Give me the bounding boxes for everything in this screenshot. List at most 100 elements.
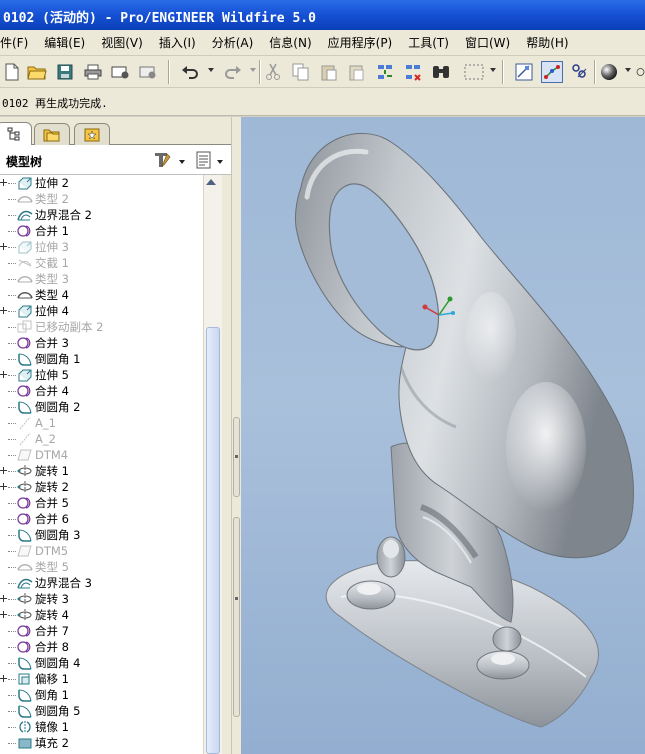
paste-special-icon[interactable] xyxy=(346,61,368,83)
save-icon[interactable] xyxy=(54,61,76,83)
tree-item[interactable]: 倒圆角 2 xyxy=(0,399,203,415)
menu-insert[interactable]: 插入(I) xyxy=(159,34,196,51)
menu-analysis[interactable]: 分析(A) xyxy=(212,34,254,51)
tree-item[interactable]: 边界混合 3 xyxy=(0,575,203,591)
regenerate-icon[interactable] xyxy=(374,61,396,83)
find-icon[interactable] xyxy=(430,61,452,83)
expand-plus-icon[interactable] xyxy=(0,595,8,603)
cut-icon[interactable] xyxy=(262,61,284,83)
datum-plane-icon xyxy=(17,448,33,462)
tree-item[interactable]: DTM4 xyxy=(0,447,203,463)
print-icon[interactable] xyxy=(82,61,104,83)
select-box-icon[interactable] xyxy=(459,61,489,83)
undo-icon[interactable] xyxy=(179,61,201,83)
expand-plus-icon[interactable] xyxy=(0,179,8,187)
settings-dropdown-icon[interactable] xyxy=(179,159,185,164)
tree-item[interactable]: 旋转 2 xyxy=(0,479,203,495)
menu-edit[interactable]: 编辑(E) xyxy=(44,34,85,51)
menu-view[interactable]: 视图(V) xyxy=(101,34,143,51)
tree-item[interactable]: 合并 3 xyxy=(0,335,203,351)
tree-item[interactable]: 填充 2 xyxy=(0,735,203,751)
expand-plus-icon[interactable] xyxy=(0,371,8,379)
expand-plus-icon[interactable] xyxy=(0,611,8,619)
tree-item[interactable]: 类型 5 xyxy=(0,559,203,575)
tree-connector xyxy=(8,342,16,344)
menu-applications[interactable]: 应用程序(P) xyxy=(328,34,393,51)
email-icon[interactable] xyxy=(109,61,131,83)
tree-item[interactable]: 倒圆角 3 xyxy=(0,527,203,543)
tree-item[interactable]: 偏移 1 xyxy=(0,671,203,687)
tree-item[interactable]: 旋转 4 xyxy=(0,607,203,623)
select-dropdown-icon[interactable] xyxy=(490,68,496,72)
tree-item[interactable]: 类型 2 xyxy=(0,191,203,207)
tree-item[interactable]: 旋转 3 xyxy=(0,591,203,607)
datum-axis-display-icon[interactable] xyxy=(541,61,563,83)
tab-favorites[interactable] xyxy=(74,123,110,145)
expand-plus-icon[interactable] xyxy=(0,483,8,491)
new-file-icon[interactable] xyxy=(1,61,23,83)
expand-plus-icon[interactable] xyxy=(0,307,8,315)
tree-item[interactable]: 合并 8 xyxy=(0,639,203,655)
tree-item[interactable]: 合并 7 xyxy=(0,623,203,639)
menu-info[interactable]: 信息(N) xyxy=(269,34,311,51)
menu-help[interactable]: 帮助(H) xyxy=(526,34,568,51)
shading-icon[interactable] xyxy=(598,61,620,83)
tree-connector xyxy=(8,374,16,376)
tree-item[interactable]: 合并 6 xyxy=(0,511,203,527)
tree-item[interactable]: 已移动副本 2 xyxy=(0,319,203,335)
model-tree-toggle-icon[interactable] xyxy=(513,61,535,83)
expand-plus-icon[interactable] xyxy=(0,467,8,475)
tree-item[interactable]: 旋转 1 xyxy=(0,463,203,479)
tree-item[interactable]: 交截 1 xyxy=(0,255,203,271)
settings-icon[interactable] xyxy=(153,151,175,172)
show-icon[interactable] xyxy=(195,151,213,172)
close-window-icon[interactable] xyxy=(137,61,159,83)
panel-splitter[interactable] xyxy=(231,117,241,754)
tab-folder-browser[interactable] xyxy=(34,123,70,145)
paste-icon[interactable] xyxy=(318,61,340,83)
tree-item[interactable]: 倒角 1 xyxy=(0,687,203,703)
tree-item[interactable]: 倒圆角 1 xyxy=(0,351,203,367)
tree-item-label: 边界混合 3 xyxy=(35,576,92,590)
tree-item[interactable]: A_1 xyxy=(0,415,203,431)
menu-file[interactable]: 件(F) xyxy=(0,34,28,51)
graphics-viewport[interactable] xyxy=(241,117,645,754)
scroll-up-arrow-icon[interactable] xyxy=(206,179,216,185)
tree-item[interactable]: 拉伸 2 xyxy=(0,175,203,191)
window-title: 0102 (活动的) - Pro/ENGINEER Wildfire 5.0 xyxy=(3,11,316,26)
expand-plus-icon[interactable] xyxy=(0,243,8,251)
expand-plus-icon[interactable] xyxy=(0,675,8,683)
redo-dropdown-icon[interactable] xyxy=(250,68,256,72)
tree-item[interactable]: 倒圆角 5 xyxy=(0,703,203,719)
tree-item[interactable]: 类型 4 xyxy=(0,287,203,303)
shading-dropdown-icon[interactable] xyxy=(625,68,631,72)
tree-item[interactable]: 合并 5 xyxy=(0,495,203,511)
undo-dropdown-icon[interactable] xyxy=(208,68,214,72)
display-style-icon[interactable] xyxy=(636,61,645,83)
menu-window[interactable]: 窗口(W) xyxy=(465,34,510,51)
tree-item[interactable]: 合并 1 xyxy=(0,223,203,239)
tree-item[interactable]: 倒圆角 4 xyxy=(0,655,203,671)
tree-item[interactable]: 拉伸 3 xyxy=(0,239,203,255)
folder-icon xyxy=(43,129,60,141)
tree-item[interactable]: A_2 xyxy=(0,431,203,447)
show-dropdown-icon[interactable] xyxy=(217,159,223,164)
tree-item[interactable]: 拉伸 4 xyxy=(0,303,203,319)
redo-icon[interactable] xyxy=(222,61,244,83)
tree-item[interactable]: 拉伸 5 xyxy=(0,367,203,383)
scroll-thumb[interactable] xyxy=(206,327,220,754)
tree-item[interactable]: 边界混合 2 xyxy=(0,207,203,223)
copy-icon[interactable] xyxy=(290,61,312,83)
open-folder-icon[interactable] xyxy=(26,61,48,83)
tree-item[interactable]: DTM5 xyxy=(0,543,203,559)
tree-item[interactable]: 类型 3 xyxy=(0,271,203,287)
point-display-icon[interactable] xyxy=(569,61,591,83)
model-tree-scrollbar[interactable] xyxy=(203,175,222,754)
tree-item[interactable]: 合并 4 xyxy=(0,383,203,399)
regenerate-manager-icon[interactable] xyxy=(402,61,424,83)
tab-model-tree[interactable] xyxy=(0,122,32,145)
menu-tools[interactable]: 工具(T) xyxy=(408,34,449,51)
splitter-handle-bottom[interactable] xyxy=(233,517,240,717)
tree-item[interactable]: 镜像 1 xyxy=(0,719,203,735)
